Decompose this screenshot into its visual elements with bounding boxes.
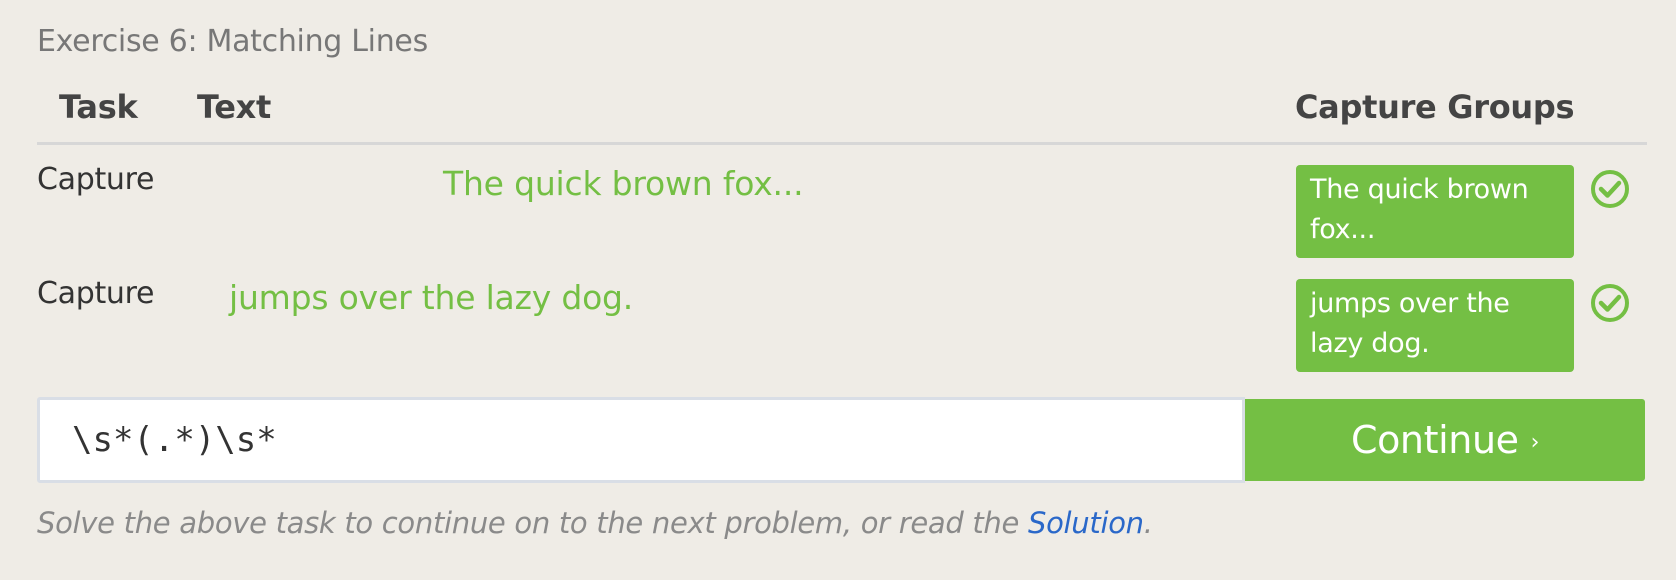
solution-link[interactable]: Solution — [1028, 506, 1144, 540]
chevron-right-icon: › — [1530, 429, 1540, 455]
row-task-label: Capture — [37, 276, 155, 311]
footer-period: . — [1143, 506, 1153, 540]
capture-group-result: jumps over the lazy dog. — [1296, 279, 1574, 372]
table-row: Capture The quick brown fox... The quick… — [37, 160, 1647, 260]
check-circle-icon — [1591, 284, 1629, 322]
continue-label: Continue — [1350, 418, 1519, 462]
regex-input[interactable] — [37, 397, 1245, 483]
row-text: The quick brown fox... — [443, 164, 804, 203]
footer-text: Solve the above task to continue on to t… — [37, 506, 1028, 540]
continue-button[interactable]: Continue › — [1245, 399, 1645, 481]
table-row: Capture jumps over the lazy dog. jumps o… — [37, 274, 1647, 374]
header-task: Task — [59, 88, 138, 126]
header-capture-groups: Capture Groups — [1295, 88, 1575, 126]
row-task-label: Capture — [37, 162, 155, 197]
check-circle-icon — [1591, 170, 1629, 208]
exercise-title: Exercise 6: Matching Lines — [37, 24, 428, 59]
footer-note: Solve the above task to continue on to t… — [37, 506, 1153, 540]
exercise-panel: Exercise 6: Matching Lines Task Text Cap… — [0, 0, 1676, 580]
capture-group-result: The quick brown fox... — [1296, 165, 1574, 258]
header-text: Text — [197, 88, 272, 126]
table-header: Task Text Capture Groups — [37, 88, 1647, 145]
row-text: jumps over the lazy dog. — [229, 278, 634, 317]
